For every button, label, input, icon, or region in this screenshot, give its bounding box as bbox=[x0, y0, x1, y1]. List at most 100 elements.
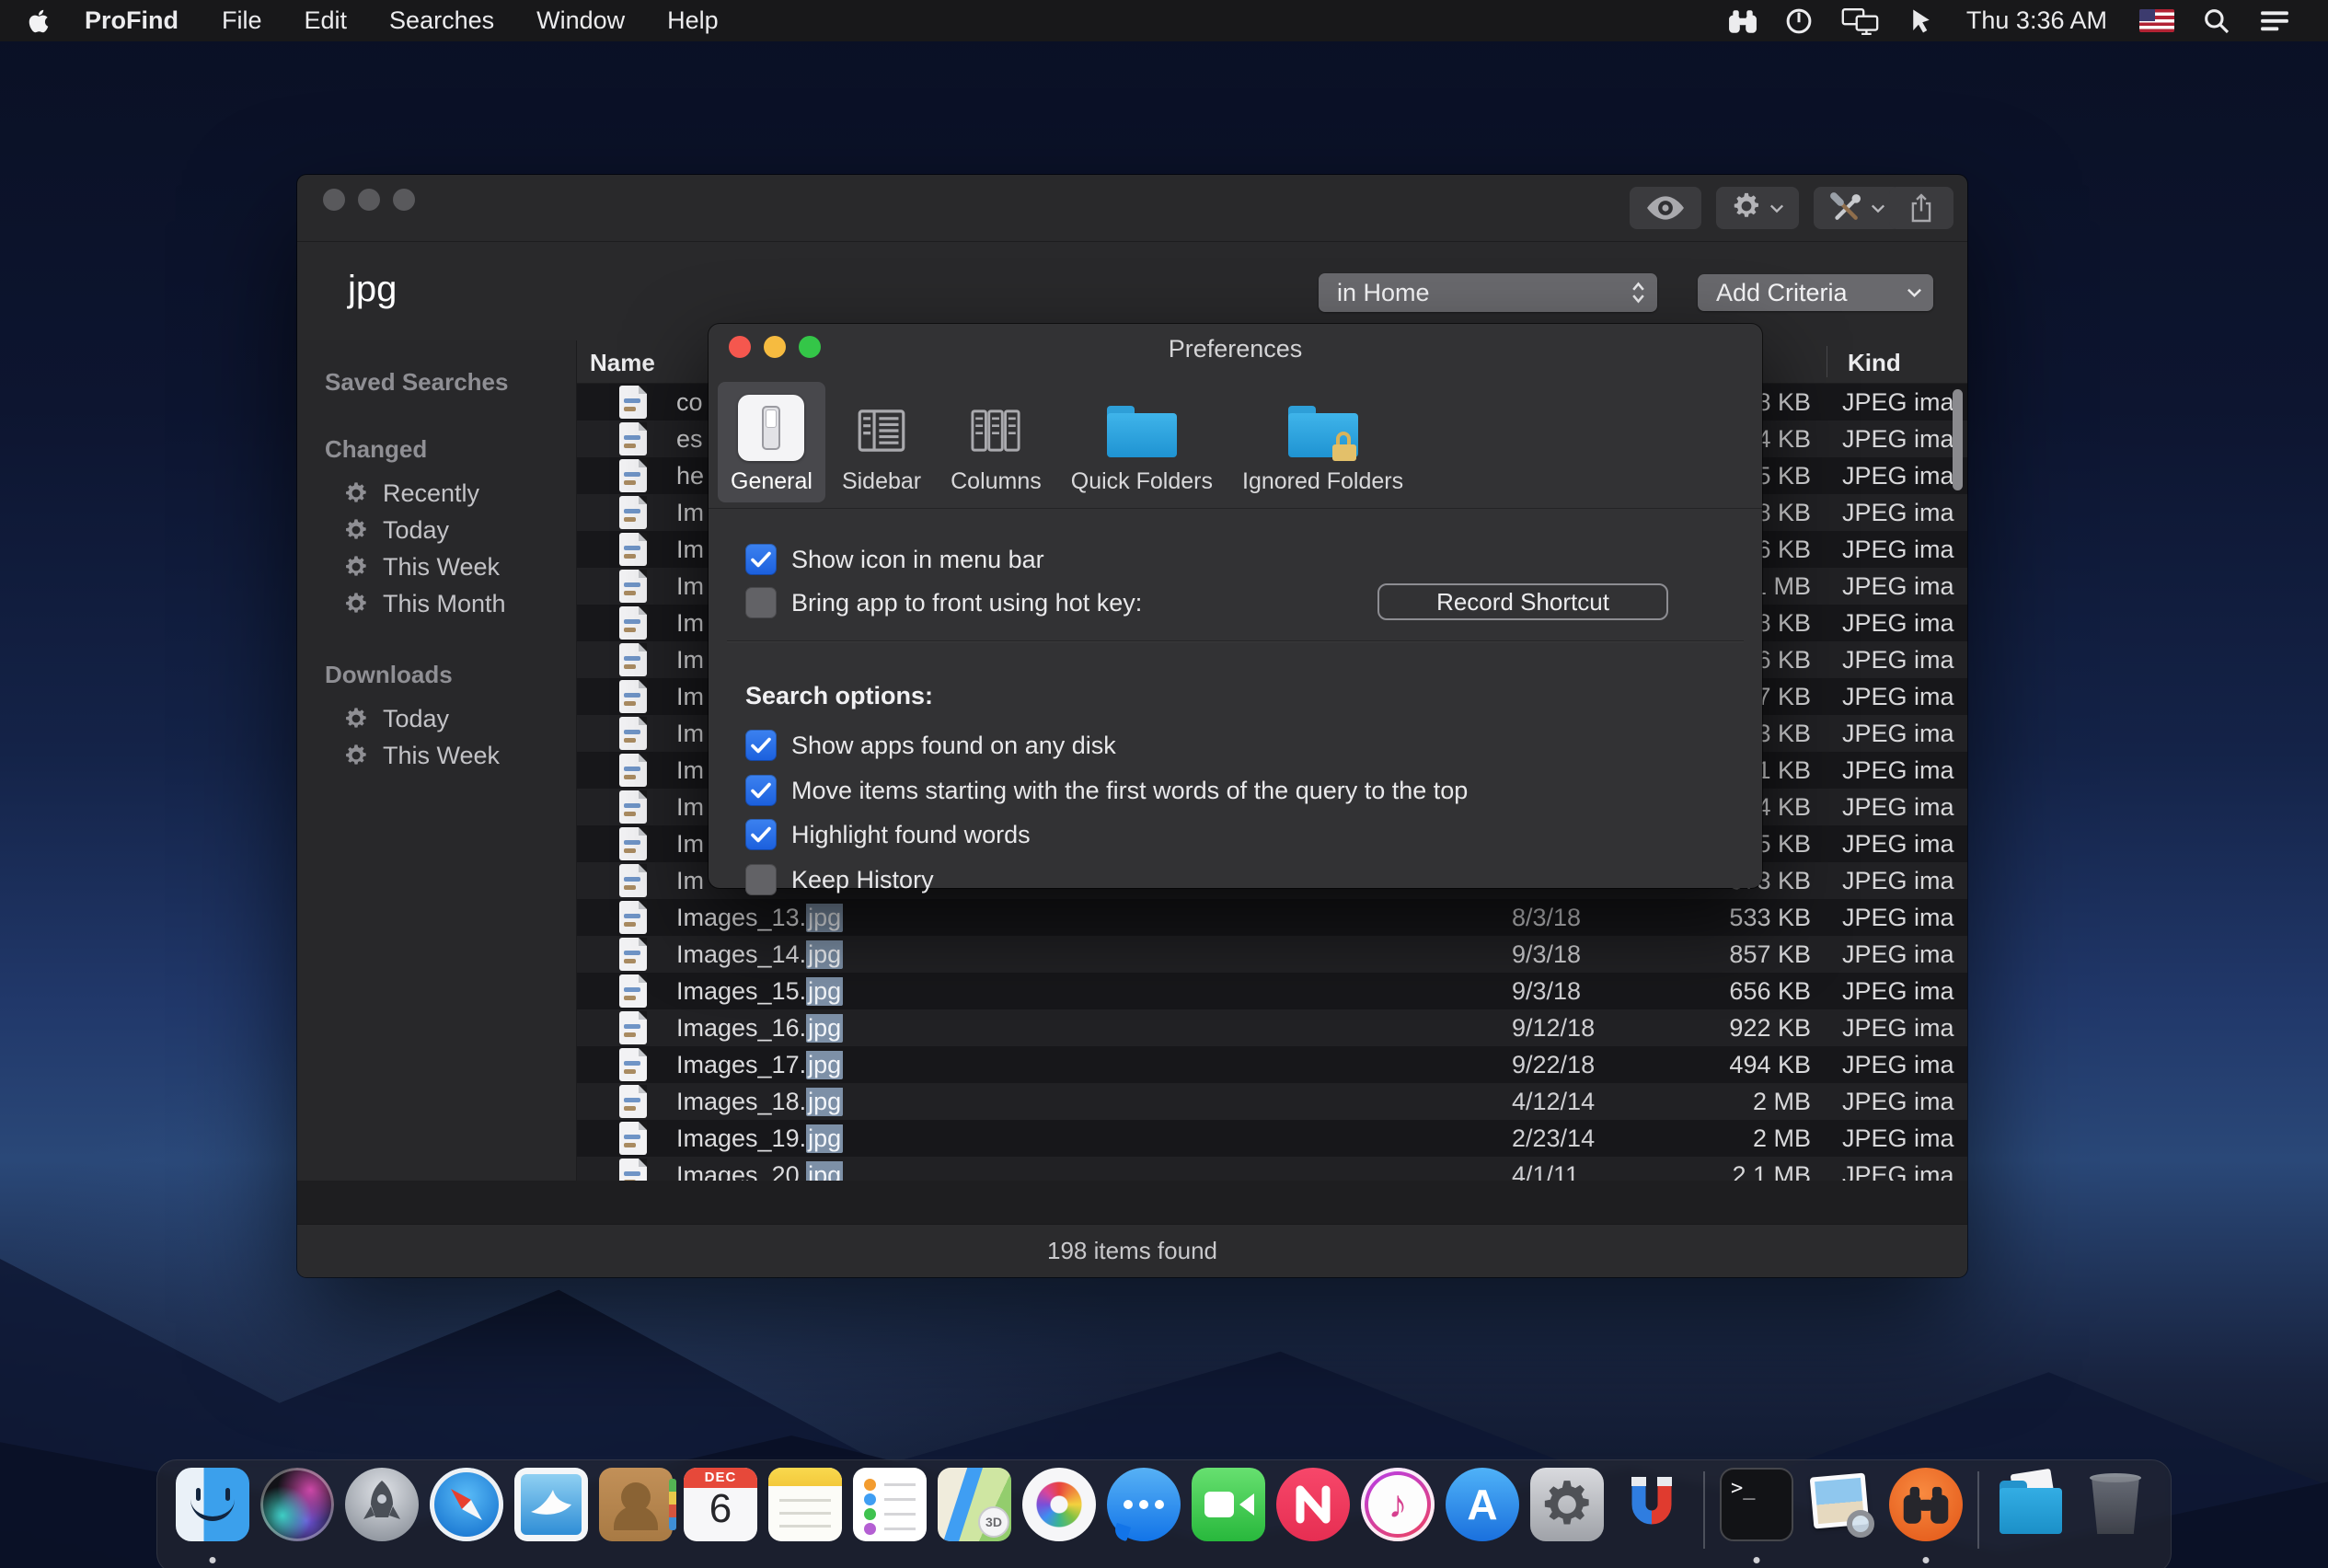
sidebar-item-this-week[interactable]: This Week bbox=[297, 737, 576, 774]
scope-dropdown[interactable]: in Home bbox=[1319, 273, 1657, 312]
menu-item-file[interactable]: File bbox=[201, 0, 283, 41]
cursor-menu-icon[interactable] bbox=[1895, 0, 1948, 41]
dock-icon-appstore[interactable]: A bbox=[1440, 1468, 1525, 1568]
dock-icon-terminal[interactable]: >_ bbox=[1714, 1468, 1799, 1568]
dock-divider bbox=[1703, 1471, 1705, 1549]
dock-icon-contacts[interactable] bbox=[594, 1468, 678, 1568]
dock-icon-mail[interactable] bbox=[509, 1468, 594, 1568]
checkbox-row: Highlight found words bbox=[745, 819, 1031, 850]
tab-sidebar[interactable]: Sidebar bbox=[829, 382, 934, 502]
close-button[interactable] bbox=[323, 189, 345, 211]
apple-menu-icon[interactable] bbox=[28, 8, 50, 34]
file-kind: JPEG ima bbox=[1811, 1051, 1967, 1079]
dock-icon-magnet[interactable] bbox=[1609, 1468, 1694, 1568]
menu-item-window[interactable]: Window bbox=[515, 0, 646, 41]
menu-item-edit[interactable]: Edit bbox=[283, 0, 369, 41]
sidebar-item-today[interactable]: Today bbox=[297, 512, 576, 548]
dock-icon-launchpad[interactable] bbox=[340, 1468, 424, 1568]
file-row[interactable]: Images_18.jpg 4/12/14 2 MB JPEG ima bbox=[577, 1083, 1967, 1120]
menu-bar-right: Thu 3:36 AM bbox=[1714, 0, 2328, 41]
dock-icon-trash[interactable] bbox=[2073, 1468, 2158, 1568]
spotlight-search-icon[interactable] bbox=[2188, 0, 2245, 41]
gear-icon bbox=[343, 517, 369, 543]
notification-center-icon[interactable] bbox=[2245, 0, 2304, 41]
dock-icon-preview[interactable] bbox=[1799, 1468, 1884, 1568]
dock-icon-reminders[interactable] bbox=[847, 1468, 932, 1568]
dock-icon-news[interactable] bbox=[1271, 1468, 1355, 1568]
tools-button[interactable] bbox=[1814, 187, 1900, 229]
vertical-scrollbar-thumb[interactable] bbox=[1953, 389, 1963, 490]
column-header-kind[interactable]: Kind bbox=[1848, 349, 1901, 377]
dock-icon-siri[interactable] bbox=[255, 1468, 340, 1568]
minimize-button[interactable] bbox=[358, 189, 380, 211]
file-date-modified: 4/1/11 bbox=[1512, 1161, 1664, 1182]
input-language-flag-icon[interactable] bbox=[2126, 0, 2188, 41]
checkbox[interactable] bbox=[745, 730, 777, 761]
file-row[interactable]: Images_13.jpg 8/3/18 533 KB JPEG ima bbox=[577, 899, 1967, 936]
ignoredfolders-tab-icon bbox=[1288, 391, 1358, 461]
dock-icon-profind[interactable] bbox=[1884, 1468, 1968, 1568]
file-row[interactable]: Images_15.jpg 9/3/18 656 KB JPEG ima bbox=[577, 973, 1967, 1009]
file-doc-icon bbox=[619, 496, 647, 529]
dock-icon-sysprefs[interactable] bbox=[1525, 1468, 1609, 1568]
file-row[interactable]: Images_17.jpg 9/22/18 494 KB JPEG ima bbox=[577, 1046, 1967, 1083]
checkbox[interactable] bbox=[745, 864, 777, 895]
file-size: 533 KB bbox=[1664, 904, 1811, 932]
preferences-tabs: GeneralSidebarColumnsQuick FoldersIgnore… bbox=[718, 372, 1416, 508]
search-query-text[interactable]: jpg bbox=[348, 269, 397, 310]
menu-item-help[interactable]: Help bbox=[646, 0, 740, 41]
highlighted-match: jpg bbox=[806, 1161, 843, 1182]
file-doc-icon bbox=[619, 717, 647, 750]
menu-item-searches[interactable]: Searches bbox=[368, 0, 515, 41]
file-doc-icon bbox=[619, 533, 647, 566]
binoculars-menu-icon[interactable] bbox=[1714, 0, 1771, 41]
displays-menu-icon[interactable] bbox=[1827, 0, 1895, 41]
sidebar-item-today[interactable]: Today bbox=[297, 700, 576, 737]
actions-button[interactable] bbox=[1716, 187, 1799, 229]
record-shortcut-button[interactable]: Record Shortcut bbox=[1377, 583, 1668, 620]
file-doc-icon bbox=[619, 459, 647, 492]
gear-icon bbox=[343, 591, 369, 617]
file-size: 857 KB bbox=[1664, 940, 1811, 969]
file-row[interactable]: Images_19.jpg 2/23/14 2 MB JPEG ima bbox=[577, 1120, 1967, 1157]
add-criteria-dropdown[interactable]: Add Criteria bbox=[1698, 274, 1933, 311]
window-titlebar[interactable] bbox=[297, 175, 1967, 242]
dock-icon-photos[interactable] bbox=[1017, 1468, 1101, 1568]
checkbox-label: Show icon in menu bar bbox=[791, 546, 1044, 574]
dock-icon-maps[interactable]: 3D bbox=[932, 1468, 1017, 1568]
share-button[interactable] bbox=[1889, 187, 1953, 229]
dock-icon-itunes[interactable]: ♪ bbox=[1355, 1468, 1440, 1568]
tools-icon bbox=[1828, 190, 1863, 225]
sidebar-item-this-month[interactable]: This Month bbox=[297, 585, 576, 622]
file-size: 2.1 MB bbox=[1664, 1161, 1811, 1182]
sidebar-item-recently[interactable]: Recently bbox=[297, 475, 576, 512]
active-app-name[interactable]: ProFind bbox=[63, 6, 201, 35]
tab-quickfolders[interactable]: Quick Folders bbox=[1058, 382, 1226, 502]
file-doc-icon bbox=[619, 938, 647, 971]
dock-icon-calendar[interactable]: DEC6 bbox=[678, 1468, 763, 1568]
checkbox[interactable] bbox=[745, 587, 777, 618]
file-row[interactable]: Images_14.jpg 9/3/18 857 KB JPEG ima bbox=[577, 936, 1967, 973]
menu-bar: ProFind FileEditSearchesWindowHelp Thu 3… bbox=[0, 0, 2328, 41]
dock-icon-facetime[interactable] bbox=[1186, 1468, 1271, 1568]
checkbox[interactable] bbox=[745, 544, 777, 575]
power-circle-menu-icon[interactable] bbox=[1771, 0, 1827, 41]
tab-columns[interactable]: Columns bbox=[938, 382, 1055, 502]
quick-look-button[interactable] bbox=[1630, 187, 1701, 229]
sidebar-item-this-week[interactable]: This Week bbox=[297, 548, 576, 585]
checkbox[interactable] bbox=[745, 819, 777, 850]
file-row[interactable]: Images_20.jpg 4/1/11 2.1 MB JPEG ima bbox=[577, 1157, 1967, 1181]
dock-icon-messages[interactable] bbox=[1101, 1468, 1186, 1568]
dock-icon-finder[interactable] bbox=[170, 1468, 255, 1568]
zoom-button[interactable] bbox=[393, 189, 415, 211]
tab-ignoredfolders[interactable]: Ignored Folders bbox=[1229, 382, 1416, 502]
menu-bar-clock[interactable]: Thu 3:36 AM bbox=[1948, 6, 2126, 35]
checkbox[interactable] bbox=[745, 775, 777, 806]
dock-icon-notes[interactable] bbox=[763, 1468, 847, 1568]
file-row[interactable]: Images_16.jpg 9/12/18 922 KB JPEG ima bbox=[577, 1009, 1967, 1046]
dock-icon-safari[interactable] bbox=[424, 1468, 509, 1568]
file-kind: JPEG ima bbox=[1811, 1088, 1967, 1116]
column-header-name[interactable]: Name bbox=[590, 349, 655, 377]
dock-icon-downloads[interactable] bbox=[1988, 1468, 2073, 1568]
tab-general[interactable]: General bbox=[718, 382, 825, 502]
